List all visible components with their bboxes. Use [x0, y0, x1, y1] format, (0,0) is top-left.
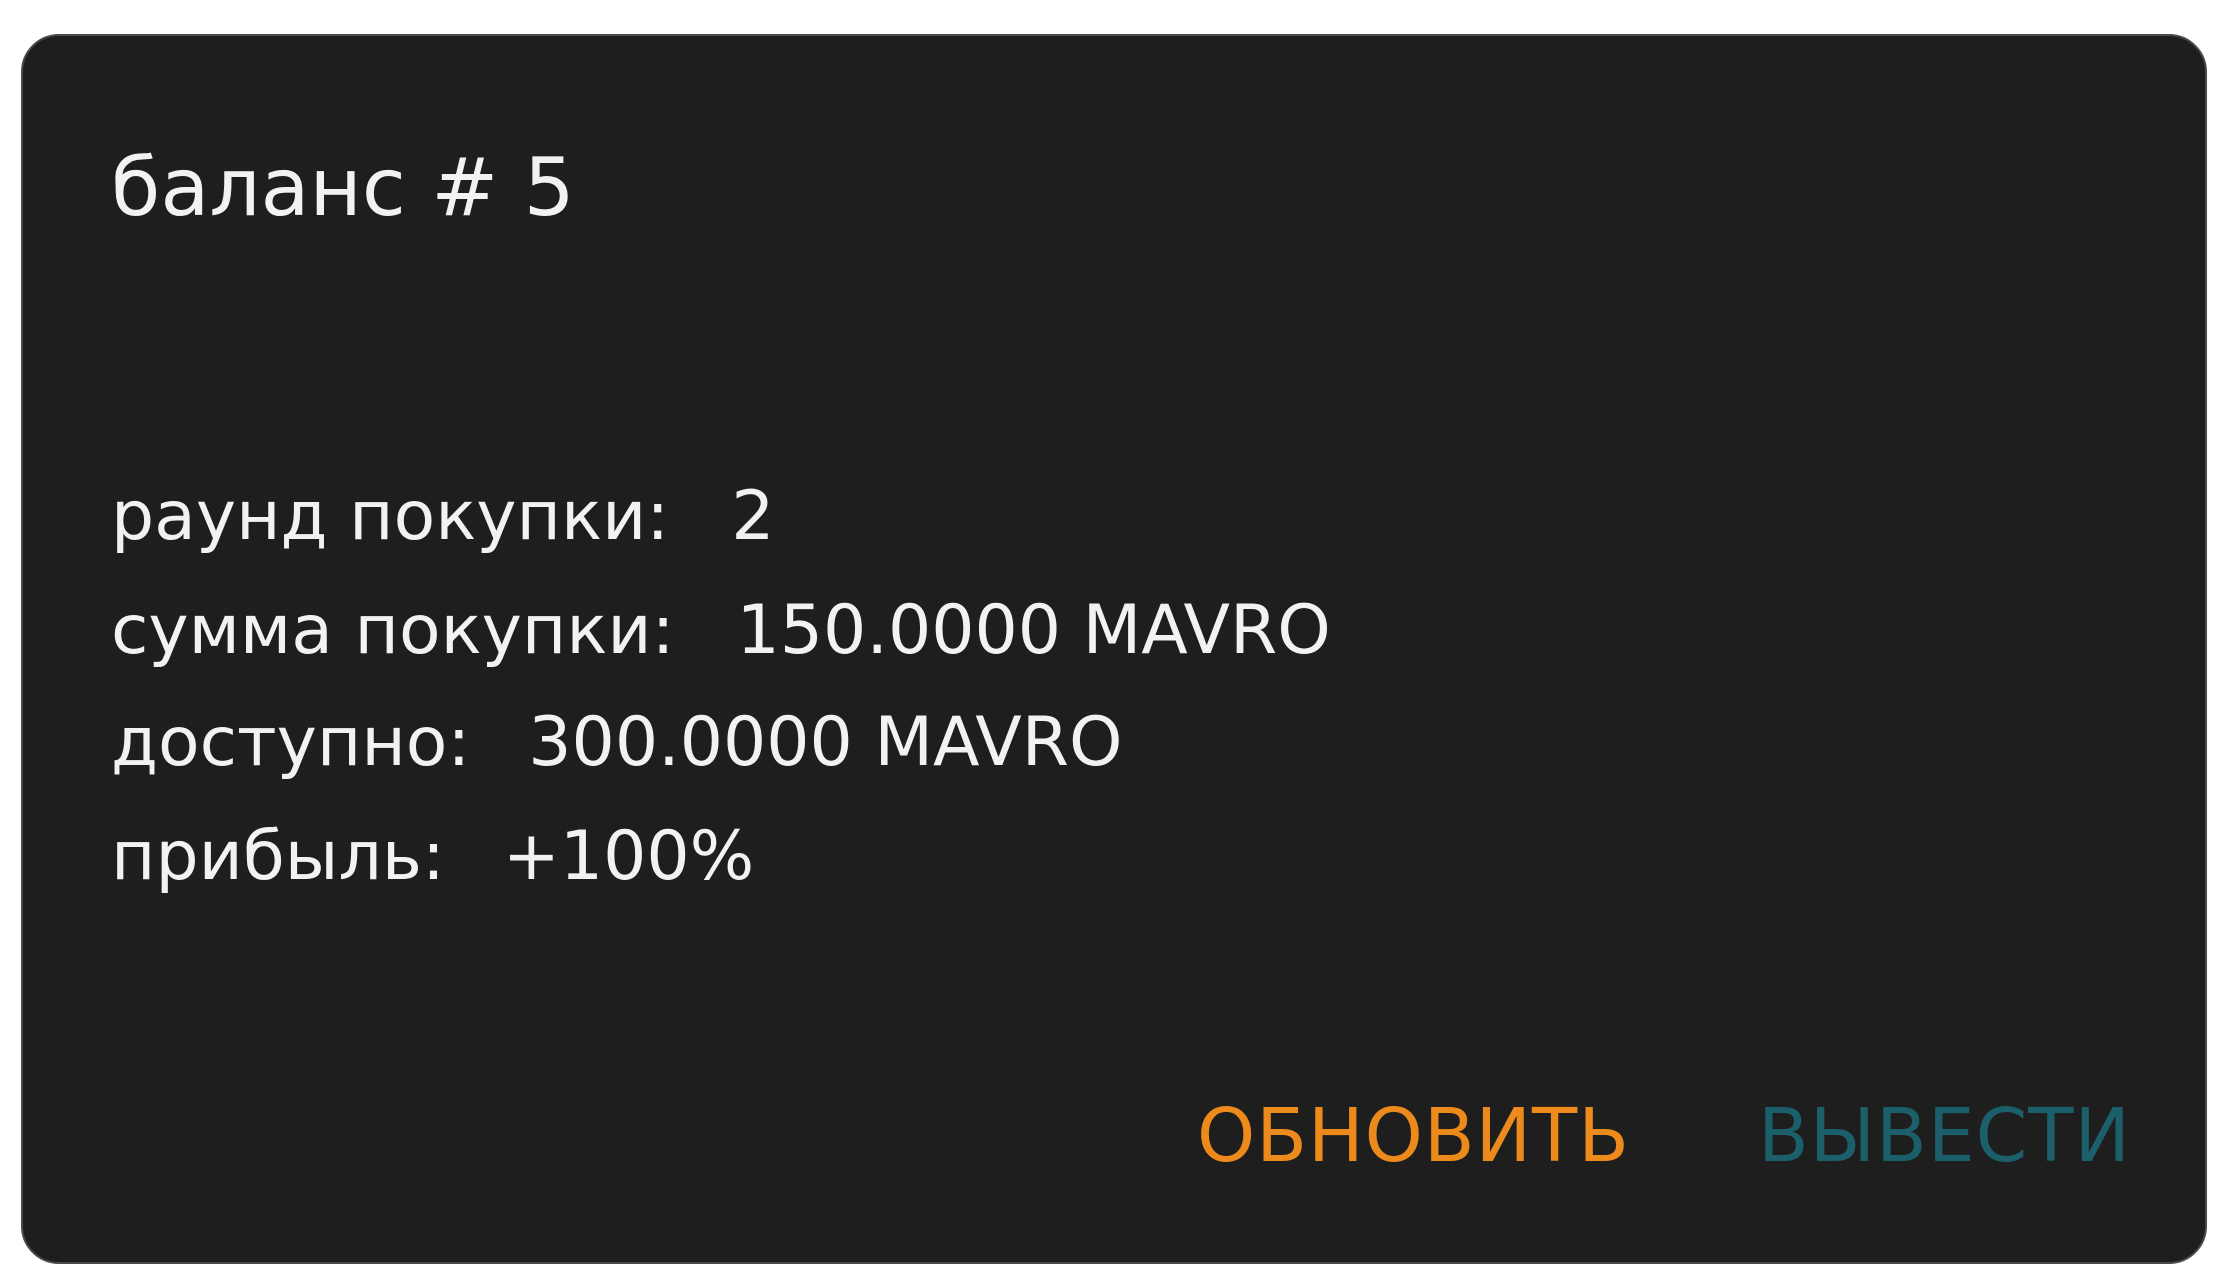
balance-title: баланс # 5 [111, 141, 575, 234]
purchase-round-value: 2 [731, 477, 775, 556]
available-value: 300.0000 MAVRO [528, 703, 1123, 782]
balance-card: баланс # 5 раунд покупки: 2 сумма покупки… [21, 34, 2207, 1264]
withdraw-button[interactable]: ВЫВЕСТИ [1758, 1099, 2131, 1173]
available-label: доступно: [111, 703, 471, 782]
info-row-purchase-sum: сумма покупки: 150.0000 MAVRO [111, 597, 1331, 665]
refresh-button[interactable]: ОБНОВИТЬ [1197, 1099, 1630, 1173]
info-row-profit: прибыль: +100% [111, 823, 754, 891]
purchase-sum-label: сумма покупки: [111, 591, 675, 670]
info-row-available: доступно: 300.0000 MAVRO [111, 709, 1123, 777]
profit-value: +100% [502, 817, 755, 896]
purchase-round-label: раунд покупки: [111, 477, 670, 556]
purchase-sum-value: 150.0000 MAVRO [736, 591, 1331, 670]
profit-label: прибыль: [111, 817, 445, 896]
info-row-purchase-round: раунд покупки: 2 [111, 483, 774, 551]
